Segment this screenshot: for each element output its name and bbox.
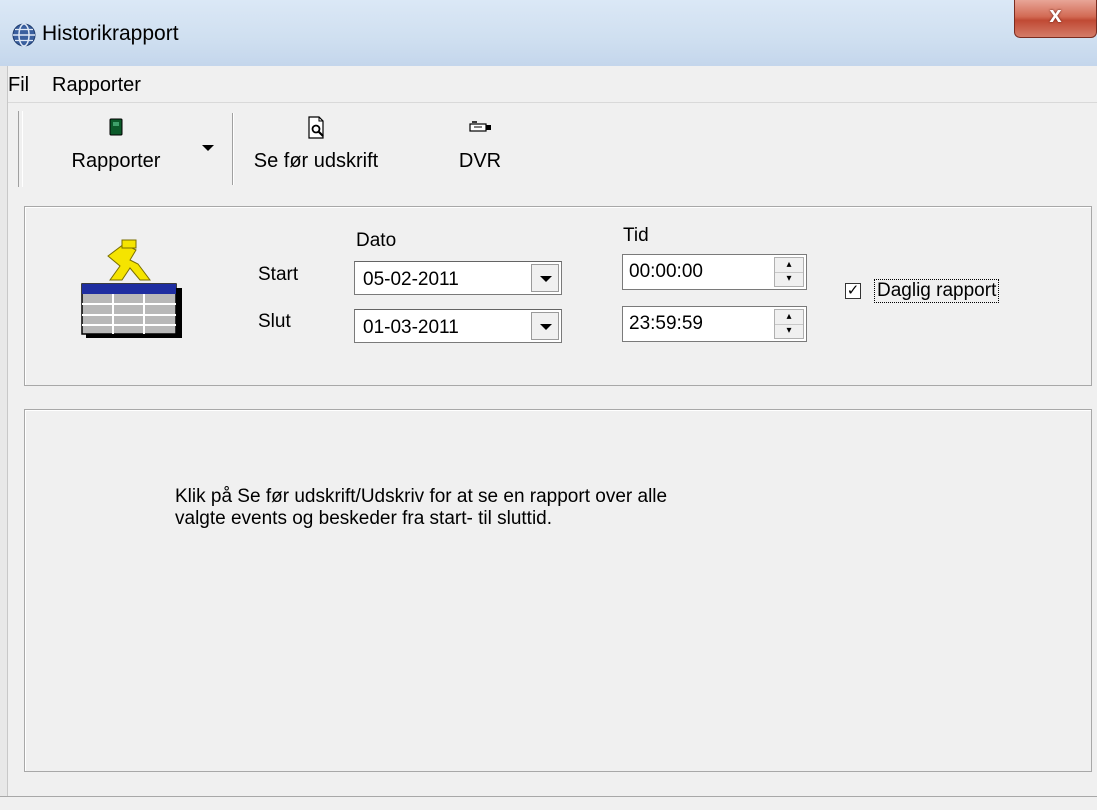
- dvr-camera-icon: [469, 121, 491, 132]
- info-text: Klik på Se før udskrift/Udskriv for at s…: [175, 486, 875, 530]
- toolbar-grip[interactable]: [18, 111, 23, 187]
- slut-time-spinner[interactable]: 23:59:59 ▴ ▾: [622, 306, 807, 342]
- chevron-down-icon[interactable]: [202, 145, 214, 151]
- spin-down-icon[interactable]: ▾: [775, 272, 803, 286]
- spin-up-icon[interactable]: ▴: [775, 310, 803, 325]
- start-date-value: 05-02-2011: [363, 269, 459, 290]
- slut-label: Slut: [258, 311, 291, 332]
- title-bar: Historikrapport x: [0, 0, 1097, 66]
- print-preview-icon: [308, 116, 324, 139]
- info-line-2: valgte events og beskeder fra start- til…: [175, 508, 553, 529]
- info-line-1: Klik på Se før udskrift/Udskriv for at s…: [175, 486, 668, 507]
- daily-report-checkbox[interactable]: ✓: [845, 283, 861, 299]
- menu-rapporter[interactable]: Rapporter: [52, 74, 141, 97]
- report-book-icon: [109, 118, 123, 136]
- chevron-down-icon[interactable]: [531, 264, 559, 292]
- rapporter-button-label: Rapporter: [71, 150, 161, 172]
- daily-report-label[interactable]: Daglig rapport: [874, 279, 1000, 303]
- slut-time-value: 23:59:59: [629, 313, 703, 334]
- start-date-combo[interactable]: 05-02-2011: [354, 261, 562, 295]
- print-preview-button-label: Se før udskrift: [253, 150, 379, 172]
- chevron-down-icon[interactable]: [531, 312, 559, 340]
- dvr-button[interactable]: DVR: [452, 113, 508, 173]
- toolbar: Rapporter Se før udskrift DVR: [0, 103, 1097, 191]
- spin-buttons[interactable]: ▴ ▾: [774, 257, 804, 287]
- start-time-value: 00:00:00: [629, 261, 703, 282]
- window-left-border: [0, 66, 8, 809]
- close-button[interactable]: x: [1014, 0, 1097, 38]
- menu-fil[interactable]: Fil: [8, 74, 29, 97]
- start-label: Start: [258, 264, 299, 285]
- slut-date-combo[interactable]: 01-03-2011: [354, 309, 562, 343]
- tid-header: Tid: [623, 225, 649, 246]
- slut-date-value: 01-03-2011: [363, 317, 459, 338]
- status-bar: [0, 796, 1097, 810]
- start-time-spinner[interactable]: 00:00:00 ▴ ▾: [622, 254, 807, 290]
- dvr-button-label: DVR: [458, 150, 502, 172]
- close-icon: x: [1049, 2, 1062, 27]
- print-preview-button[interactable]: Se før udskrift: [236, 113, 396, 173]
- spin-up-icon[interactable]: ▴: [775, 258, 803, 273]
- globe-icon: [12, 23, 36, 47]
- toolbar-separator: [232, 113, 234, 185]
- report-table-person-icon: [81, 239, 182, 338]
- spin-down-icon[interactable]: ▾: [775, 324, 803, 338]
- window-title: Historikrapport: [42, 22, 179, 45]
- spin-buttons[interactable]: ▴ ▾: [774, 309, 804, 339]
- dato-header: Dato: [356, 230, 397, 251]
- rapporter-button[interactable]: Rapporter: [62, 113, 170, 173]
- info-panel: [24, 409, 1092, 772]
- menu-bar: Fil Rapporter: [0, 66, 1097, 103]
